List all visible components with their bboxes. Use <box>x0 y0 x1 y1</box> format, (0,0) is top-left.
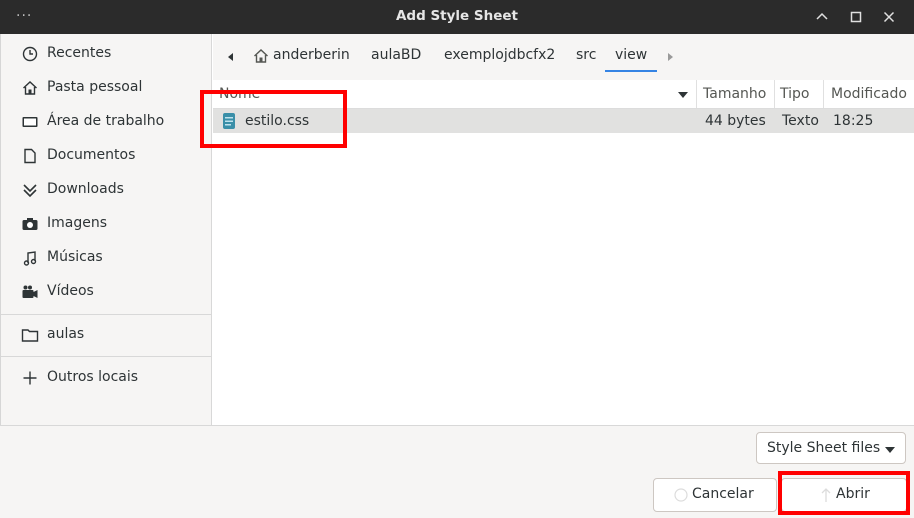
download-icon <box>23 184 37 198</box>
clock-icon <box>22 46 38 62</box>
breadcrumb-exemplojdbcfx2[interactable]: exemplojdbcfx2 <box>444 47 555 63</box>
open-arrow-icon <box>821 488 831 502</box>
music-icon <box>23 251 37 266</box>
column-divider <box>823 80 824 108</box>
file-type: Texto <box>782 113 819 129</box>
breadcrumb-anderberin[interactable]: anderberin <box>273 47 350 63</box>
file-list: Nome Tamanho Tipo Modificado estilo.css … <box>213 80 914 425</box>
sidebar-item-recentes[interactable]: Recentes <box>1 37 212 71</box>
title-bar: ··· Add Style Sheet <box>0 0 914 34</box>
plus-icon <box>23 371 37 385</box>
scroll-right-icon[interactable] <box>664 50 676 64</box>
sidebar-item-aulas[interactable]: aulas <box>1 318 212 352</box>
sidebar-item-label: Músicas <box>47 249 103 265</box>
sidebar-item-videos[interactable]: Vídeos <box>1 275 212 309</box>
breadcrumb-aulabd[interactable]: aulaBD <box>371 47 421 63</box>
file-name: estilo.css <box>245 113 310 129</box>
sidebar-divider <box>1 356 212 357</box>
minimize-icon[interactable] <box>812 7 832 27</box>
camera-icon <box>22 218 38 230</box>
column-header-modified[interactable]: Modificado <box>831 86 907 102</box>
document-icon <box>24 148 36 164</box>
scroll-left-icon[interactable] <box>225 50 237 64</box>
cancel-label: Cancelar <box>692 486 754 502</box>
sort-down-icon[interactable] <box>677 90 689 100</box>
file-modified: 18:25 <box>833 113 874 129</box>
sidebar-item-pasta-pessoal[interactable]: Pasta pessoal <box>1 71 212 105</box>
sidebar-item-label: Vídeos <box>47 283 94 299</box>
cancel-button[interactable]: Cancelar <box>653 478 777 512</box>
close-icon[interactable] <box>879 7 899 27</box>
file-type-filter[interactable]: Style Sheet files <box>756 432 906 464</box>
window-title: Add Style Sheet <box>395 8 519 24</box>
sidebar-item-label: Outros locais <box>47 369 139 385</box>
maximize-icon[interactable] <box>846 7 866 27</box>
places-sidebar: Recentes Pasta pessoal Área de trabalho … <box>0 34 212 425</box>
column-divider <box>774 80 775 108</box>
column-header-size[interactable]: Tamanho <box>703 86 766 102</box>
column-divider <box>696 80 697 108</box>
desktop-icon <box>22 117 38 127</box>
column-header-row: Nome Tamanho Tipo Modificado <box>213 80 914 109</box>
cancel-icon <box>674 488 688 502</box>
video-icon <box>22 285 38 298</box>
open-label: Abrir <box>836 486 870 502</box>
sidebar-item-area-de-trabalho[interactable]: Área de trabalho <box>1 105 212 139</box>
breadcrumb-view[interactable]: view <box>605 47 658 72</box>
css-file-icon <box>223 113 235 129</box>
path-bar: anderberin aulaBD exemplojdbcfx2 src vie… <box>213 34 914 80</box>
file-size: 44 bytes <box>705 113 766 129</box>
home-icon <box>254 49 268 63</box>
sidebar-item-imagens[interactable]: Imagens <box>1 207 212 241</box>
sidebar-item-label: Downloads <box>47 181 124 197</box>
sidebar-item-label: Documentos <box>47 147 136 163</box>
filter-value: Style Sheet files <box>767 440 881 456</box>
column-header-type[interactable]: Tipo <box>780 86 809 102</box>
sidebar-item-label: aulas <box>47 326 85 342</box>
sidebar-item-downloads[interactable]: Downloads <box>1 173 212 207</box>
folder-icon <box>21 329 39 342</box>
sidebar-divider <box>1 314 212 315</box>
sidebar-item-label: Imagens <box>47 215 108 231</box>
breadcrumb-src[interactable]: src <box>576 47 596 63</box>
sidebar-item-outros-locais[interactable]: Outros locais <box>1 361 212 395</box>
chevron-down-icon <box>885 447 895 453</box>
sidebar-item-label: Recentes <box>47 45 112 61</box>
open-button[interactable]: Abrir <box>781 478 907 512</box>
sidebar-item-documentos[interactable]: Documentos <box>1 139 212 173</box>
column-header-name[interactable]: Nome <box>219 86 260 102</box>
sidebar-item-musicas[interactable]: Músicas <box>1 241 212 275</box>
sidebar-item-label: Pasta pessoal <box>47 79 143 95</box>
sidebar-item-label: Área de trabalho <box>47 113 165 129</box>
home-icon <box>23 81 37 95</box>
file-row[interactable]: estilo.css 44 bytes Texto 18:25 <box>213 109 914 133</box>
